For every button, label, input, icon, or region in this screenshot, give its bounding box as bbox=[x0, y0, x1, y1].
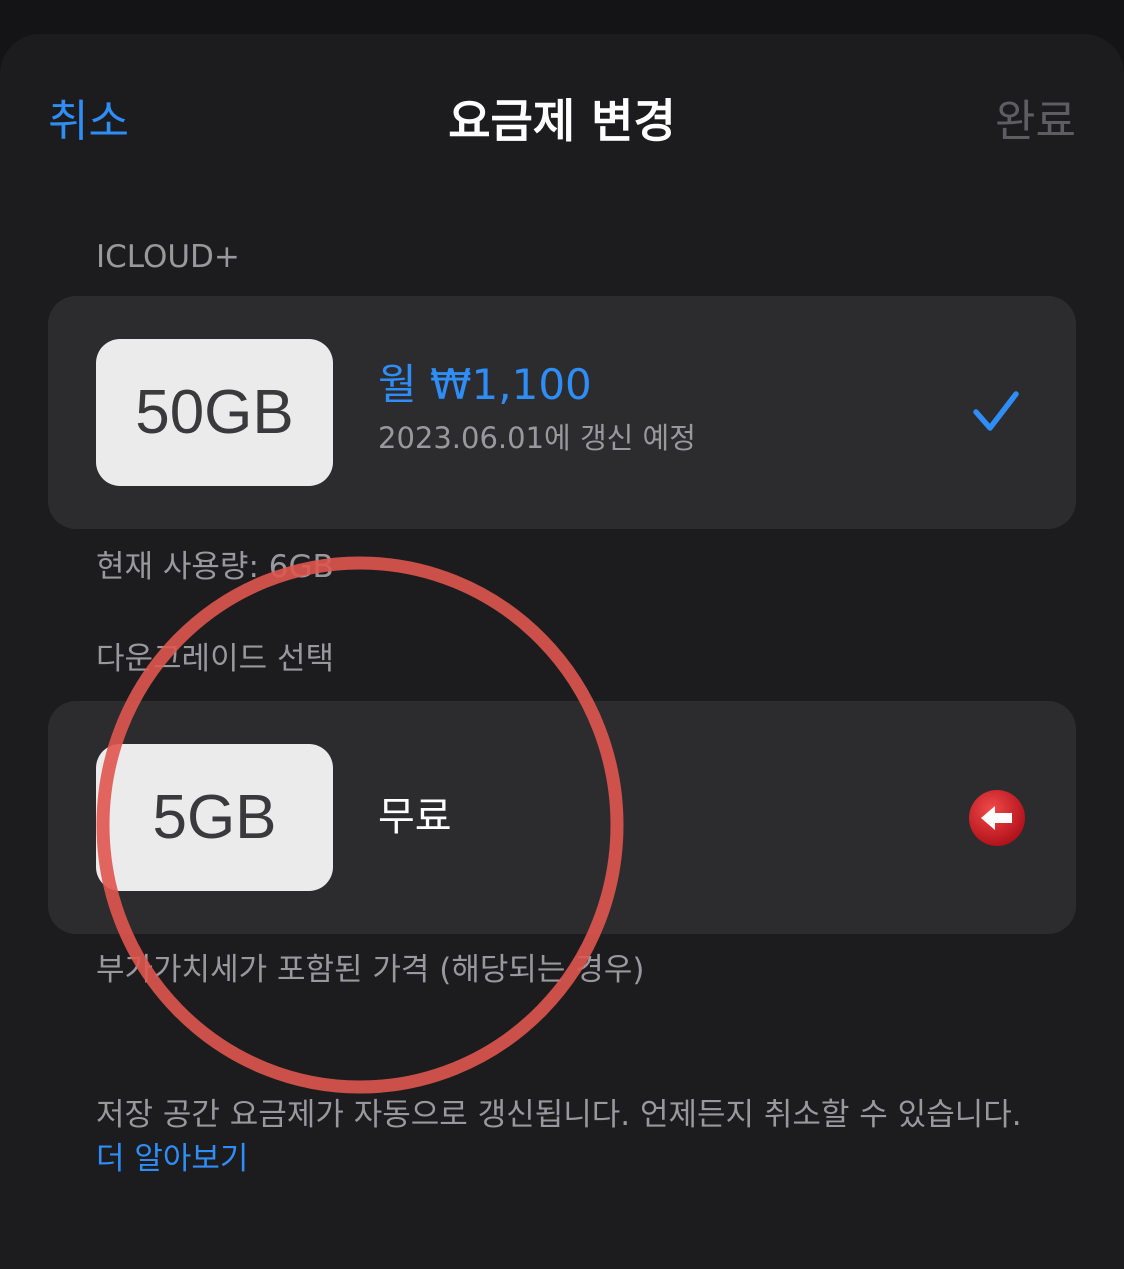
vat-note: 부가가치세가 포함된 가격 (해당되는 경우) bbox=[96, 952, 645, 988]
plan-price: 월 ₩1,100 bbox=[378, 360, 592, 409]
icloud-plus-section-label: ICLOUD+ bbox=[96, 239, 240, 275]
learn-more-link[interactable]: 더 알아보기 bbox=[96, 1141, 248, 1177]
auto-renew-footer: 저장 공간 요금제가 자동으로 갱신됩니다. 언제든지 취소할 수 있습니다. … bbox=[96, 1093, 1046, 1181]
change-plan-sheet: 취소 요금제 변경 완료 ICLOUD+ 50GB 월 ₩1,100 2023.… bbox=[0, 34, 1124, 1269]
plan-row-50gb[interactable]: 50GB 월 ₩1,100 2023.06.01에 갱신 예정 bbox=[48, 296, 1076, 529]
done-button[interactable]: 완료 bbox=[995, 96, 1076, 148]
left-arrow-circle-icon bbox=[969, 790, 1025, 846]
storage-size-badge: 5GB bbox=[96, 744, 333, 891]
plan-price: 무료 bbox=[378, 794, 452, 840]
checkmark-icon bbox=[973, 391, 1019, 431]
renewal-date: 2023.06.01에 갱신 예정 bbox=[378, 421, 696, 455]
plan-row-5gb[interactable]: 5GB 무료 bbox=[48, 701, 1076, 934]
current-usage-text: 현재 사용량: 6GB bbox=[96, 549, 334, 585]
storage-size-badge: 50GB bbox=[96, 339, 333, 486]
auto-renew-text: 저장 공간 요금제가 자동으로 갱신됩니다. 언제든지 취소할 수 있습니다. bbox=[96, 1097, 1022, 1133]
downgrade-section-label: 다운그레이드 선택 bbox=[96, 641, 335, 677]
page-title: 요금제 변경 bbox=[448, 94, 676, 148]
